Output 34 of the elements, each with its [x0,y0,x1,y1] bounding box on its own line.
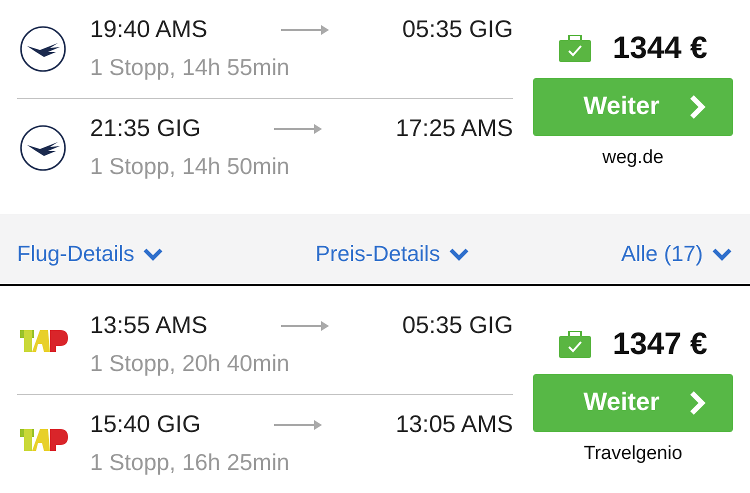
departure-time: 21:35 GIG [90,114,201,144]
arrow-icon [280,321,329,331]
chevron-down-icon [448,246,470,260]
continue-button[interactable]: Weiter [533,374,733,432]
arrival-time: 05:35 GIG [402,311,513,341]
provider-name: weg.de [602,146,664,170]
details-link[interactable]: Alle (17) [621,236,733,270]
chevron-down-icon [711,246,733,260]
departure-time: 15:40 GIG [90,410,201,440]
suitcase-icon [558,34,591,62]
stops-duration: 1 Stopp, 16h 25min [90,449,290,475]
details-link[interactable]: Flug-Details [17,236,164,270]
continue-button[interactable]: Weiter [533,78,733,136]
arrival-time: 17:25 AMS [396,114,513,144]
stops-duration: 1 Stopp, 20h 40min [90,350,290,376]
departure-time: 13:55 AMS [90,311,208,341]
arrow-icon [280,25,329,35]
chevron-right-icon [689,94,706,120]
provider-name: Travelgenio [584,442,682,466]
chevron-down-icon [142,246,164,260]
stops-duration: 1 Stopp, 14h 50min [90,153,290,179]
arrival-time: 13:05 AMS [396,410,513,440]
departure-time: 19:40 AMS [90,15,208,45]
arrow-icon [274,420,322,430]
bird-logo-icon [20,125,66,171]
arrival-time: 05:35 GIG [402,15,513,45]
chevron-right-icon [689,390,706,416]
stops-duration: 1 Stopp, 14h 55min [90,54,290,80]
suitcase-icon [558,330,591,358]
price: 1344 € [612,28,708,67]
details-link[interactable]: Preis-Details [315,236,470,270]
arrow-icon [274,124,322,134]
bird-logo-icon [20,26,66,72]
price: 1347 € [612,324,708,363]
